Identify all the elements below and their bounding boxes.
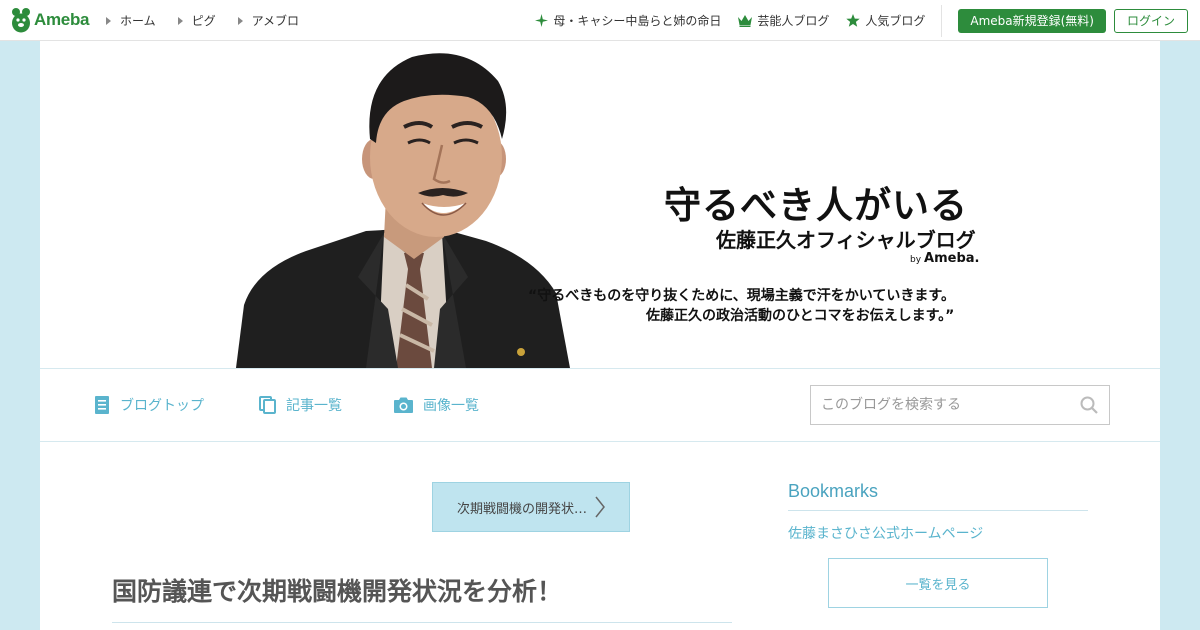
star-icon — [846, 14, 861, 27]
blog-tagline-line2: 佐藤正久の政治活動のひとコマをお伝えします。” — [646, 308, 955, 324]
blog-tagline-line1: “守るべきものを守り抜くために、現場主義で汗をかいていきます。 — [528, 288, 955, 304]
blog-nav: ブログトップ 記事一覧 画像一覧 — [40, 368, 1160, 442]
blog-subtitle: 佐藤正久オフィシャルブログ — [716, 228, 976, 252]
sparkle-icon — [535, 14, 549, 27]
search-button[interactable] — [1069, 386, 1109, 424]
blog-title: 守るべき人がいる — [664, 184, 968, 227]
ameba-mascot-icon — [12, 8, 30, 33]
header-right: 母・キャシー中島らと姉の命日 芸能人ブログ 人気ブログ Ameba新規登録(無料… — [535, 0, 1200, 41]
blog-top-label: ブログトップ — [120, 398, 204, 414]
nav-item-label: ホーム — [120, 14, 156, 28]
by-ameba-label: by Ameba. — [910, 251, 980, 266]
logo-text: Ameba — [34, 10, 90, 29]
portrait-image — [236, 53, 570, 368]
blog-main: 守るべき人がいる 佐藤正久オフィシャルブログ by Ameba. “守るべきものを… — [40, 41, 1160, 630]
view-all-bookmarks-button[interactable]: 一覧を見る — [828, 558, 1048, 608]
search-icon — [1080, 396, 1098, 414]
header-divider — [941, 4, 943, 37]
next-article-label: 次期戦闘機の開発状… — [456, 501, 587, 517]
copy-icon — [259, 396, 276, 414]
article-title[interactable]: 国防議連で次期戦闘機開発状況を分析！ — [112, 572, 562, 608]
ameba-logo[interactable]: Ameba — [11, 6, 89, 34]
next-article-button[interactable]: 次期戦闘機の開発状… — [432, 482, 630, 532]
nav-item-pigg[interactable]: ピグ — [177, 12, 216, 29]
article-list-link[interactable]: 記事一覧 — [259, 395, 342, 415]
image-list-label: 画像一覧 — [423, 398, 479, 414]
nav-item-label: ピグ — [191, 14, 216, 28]
register-button[interactable]: Ameba新規登録(無料) — [958, 8, 1106, 33]
chevron-right-icon — [595, 496, 605, 518]
global-header: Ameba ホーム ピグ アメブロ 母・キャシー中島らと姉の命日 芸能人ブログ … — [0, 0, 1200, 41]
article-list-label: 記事一覧 — [286, 398, 342, 414]
document-icon — [95, 396, 109, 414]
bookmarks-divider — [788, 510, 1088, 511]
popular-blog-link[interactable]: 人気ブログ — [846, 12, 925, 29]
login-button[interactable]: ログイン — [1113, 8, 1188, 33]
article-title-divider — [112, 622, 732, 623]
camera-icon — [394, 397, 413, 413]
by-brand: Ameba. — [924, 251, 980, 266]
image-list-link[interactable]: 画像一覧 — [394, 395, 479, 415]
global-nav: ホーム ピグ アメブロ — [106, 12, 321, 29]
triangle-right-icon — [177, 16, 183, 25]
nav-item-home[interactable]: ホーム — [106, 12, 156, 29]
bookmarks-heading: Bookmarks — [788, 481, 879, 501]
bookmark-link-official-homepage[interactable]: 佐藤まさひさ公式ホームページ — [788, 523, 983, 543]
blog-header-banner[interactable]: 守るべき人がいる 佐藤正久オフィシャルブログ by Ameba. “守るべきものを… — [40, 41, 1160, 368]
by-label: by — [910, 255, 922, 265]
trending-topic-label: 母・キャシー中島らと姉の命日 — [553, 14, 722, 28]
trending-topic-link[interactable]: 母・キャシー中島らと姉の命日 — [535, 12, 721, 29]
crown-icon — [738, 14, 753, 27]
celebrity-blog-label: 芸能人ブログ — [757, 14, 830, 28]
nav-item-label: アメブロ — [251, 14, 300, 28]
blog-top-link[interactable]: ブログトップ — [94, 395, 204, 415]
triangle-right-icon — [106, 16, 111, 25]
blog-search-input[interactable] — [811, 386, 1069, 424]
nav-item-ameblo[interactable]: アメブロ — [237, 12, 300, 29]
blog-search — [810, 385, 1110, 425]
triangle-right-icon — [237, 16, 243, 25]
popular-blog-label: 人気ブログ — [865, 14, 926, 28]
celebrity-blog-link[interactable]: 芸能人ブログ — [738, 12, 829, 29]
